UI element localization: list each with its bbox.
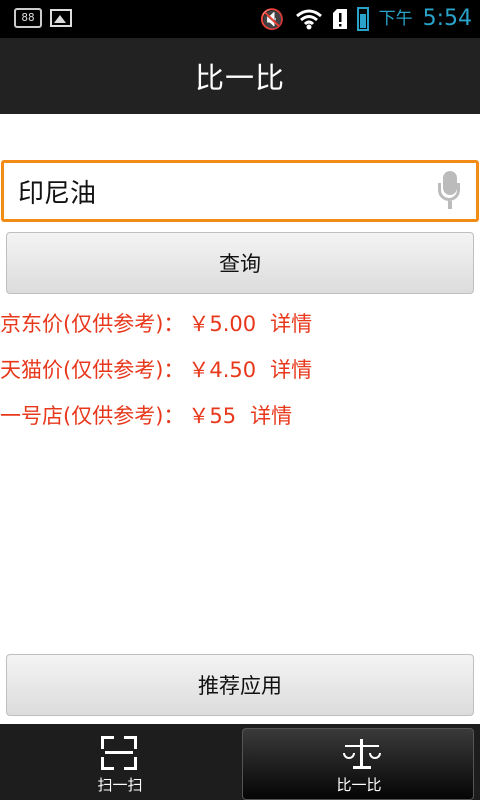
bottom-nav: 扫一扫 比一比 [0,724,480,800]
details-link[interactable]: 详情 [270,358,312,382]
price-row-tmall: 天猫价(仅供参考)： ￥4.50 详情 [0,354,312,384]
tab-compare[interactable]: 比一比 [242,728,474,800]
sim-alert-icon [332,9,347,29]
battery-icon [356,7,369,31]
search-input-value[interactable]: 印尼油 [18,173,96,210]
main-content: 印尼油 查询 京东价(仅供参考)： ￥5.00 详情 天猫价(仅供参考)： ￥4.50… [0,114,480,724]
query-button[interactable]: 查询 [6,232,474,294]
clock-time: 5:54 [422,6,472,31]
price-label: 天猫价(仅供参考)： [0,358,185,382]
scale-icon [343,739,381,769]
price-value: ￥55 [188,404,237,428]
tab-scan-label: 扫一扫 [97,776,143,794]
page-title: 比一比 [194,61,285,95]
microphone-icon[interactable] [434,169,466,213]
search-input[interactable]: 印尼油 [1,160,479,222]
recommend-apps-button[interactable]: 推荐应用 [6,654,474,716]
price-row-jd: 京东价(仅供参考)： ￥5.00 详情 [0,308,312,338]
tab-scan[interactable]: 扫一扫 [0,724,240,800]
status-bar: 88 🔇 下午 5:54 [0,0,480,38]
notification-badge-icon: 88 [14,8,42,28]
details-link[interactable]: 详情 [250,404,292,428]
price-value: ￥5.00 [188,312,257,336]
scan-icon [101,736,137,770]
clock-ampm: 下午 [378,9,413,29]
title-bar: 比一比 [0,38,480,114]
price-value: ￥4.50 [188,358,257,382]
mute-icon: 🔇 [259,7,285,31]
image-notification-icon [50,9,72,27]
wifi-icon [295,9,322,30]
price-row-yhd: 一号店(仅供参考)： ￥55 详情 [0,400,292,430]
price-label: 京东价(仅供参考)： [0,312,185,336]
price-label: 一号店(仅供参考)： [0,404,185,428]
details-link[interactable]: 详情 [270,312,312,336]
tab-compare-label: 比一比 [336,776,382,794]
